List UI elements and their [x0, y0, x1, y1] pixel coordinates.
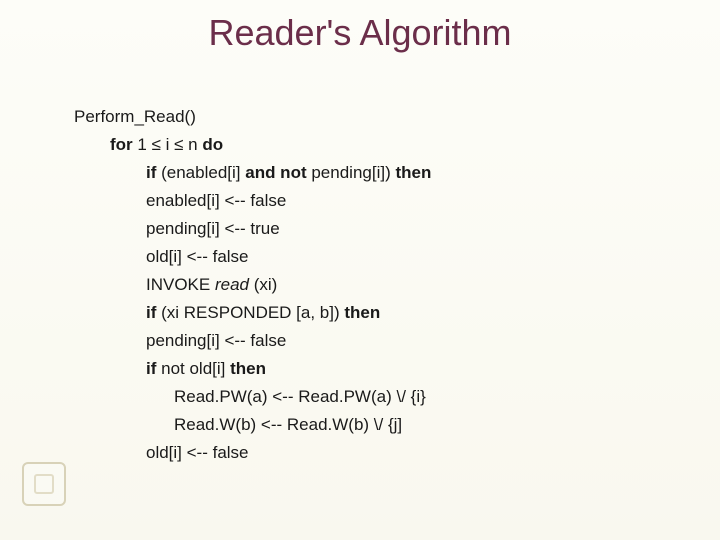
keyword-if: if: [146, 359, 156, 378]
code-text: pending[i]): [307, 163, 396, 182]
code-text: (xi): [249, 275, 277, 294]
code-text: INVOKE: [146, 275, 215, 294]
keyword-then: then: [395, 163, 431, 182]
code-line: Read.W(b) <-- Read.W(b) \/ {j]: [74, 416, 680, 433]
code-line: INVOKE read (xi): [74, 276, 680, 293]
keyword-then: then: [344, 303, 380, 322]
algorithm-body: Perform_Read() for 1 ≤ i ≤ n do if (enab…: [74, 108, 680, 472]
code-text: (enabled[i]: [156, 163, 245, 182]
keyword-for: for: [110, 135, 133, 154]
code-line: enabled[i] <-- false: [74, 192, 680, 209]
keyword-and-not: and not: [245, 163, 306, 182]
code-line: Perform_Read(): [74, 108, 680, 125]
keyword-if: if: [146, 163, 156, 182]
code-line: if (xi RESPONDED [a, b]) then: [74, 304, 680, 321]
code-line: Read.PW(a) <-- Read.PW(a) \/ {i}: [74, 388, 680, 405]
code-text: 1 ≤ i ≤ n: [133, 135, 203, 154]
keyword-if: if: [146, 303, 156, 322]
code-line: if (enabled[i] and not pending[i]) then: [74, 164, 680, 181]
slide: Reader's Algorithm Perform_Read() for 1 …: [0, 0, 720, 540]
keyword-do: do: [202, 135, 223, 154]
code-line: pending[i] <-- false: [74, 332, 680, 349]
code-text: not old[i]: [156, 359, 230, 378]
code-text-italic: read: [215, 275, 249, 294]
code-line: old[i] <-- false: [74, 444, 680, 461]
code-line: pending[i] <-- true: [74, 220, 680, 237]
slide-title: Reader's Algorithm: [0, 12, 720, 54]
keyword-then: then: [230, 359, 266, 378]
code-line: old[i] <-- false: [74, 248, 680, 265]
code-line: if not old[i] then: [74, 360, 680, 377]
code-text: (xi RESPONDED [a, b]): [156, 303, 344, 322]
code-line: for 1 ≤ i ≤ n do: [74, 136, 680, 153]
decorative-square-icon: [22, 462, 66, 506]
decorative-square-inner-icon: [34, 474, 54, 494]
